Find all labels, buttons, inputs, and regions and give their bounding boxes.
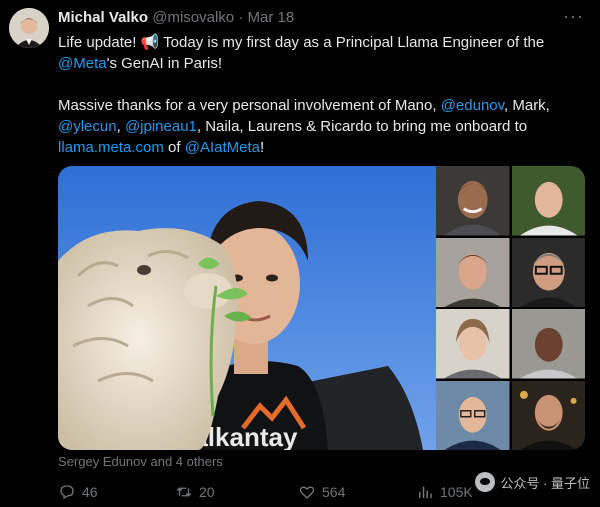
face-photo-6 (511, 309, 586, 379)
selfie-photo: Salkantay (58, 166, 436, 450)
mention-edunov[interactable]: @edunov (441, 97, 504, 114)
megaphone-emoji-icon: 📢 (140, 34, 160, 51)
retweet-count: 20 (199, 484, 215, 500)
tweet-paragraph-2: Massive thanks for a very personal invol… (58, 97, 550, 156)
face-photo-5 (436, 309, 510, 379)
separator-dot: · (238, 9, 244, 26)
retweet-icon (176, 487, 192, 497)
author-name[interactable]: Michal Valko (58, 9, 148, 26)
link-llama-meta[interactable]: llama.meta.com (58, 139, 164, 156)
avatar-image (9, 8, 49, 48)
bar-chart-icon (419, 486, 432, 498)
tweet-text: Life update! 📢 Today is my first day as … (58, 32, 588, 158)
tweet[interactable]: Michal Valko @misovalko · Mar 18 ··· Lif… (0, 0, 600, 507)
author-avatar[interactable] (9, 8, 49, 48)
view-count: 105K (440, 484, 473, 500)
face-photo-4 (511, 237, 586, 307)
mention-aiatmeta[interactable]: @AIatMeta (185, 139, 260, 156)
heart-icon (299, 486, 315, 499)
tweet-date[interactable]: Mar 18 (247, 9, 294, 26)
more-options-icon[interactable]: ··· (563, 6, 584, 27)
face-photo-7 (436, 380, 510, 450)
watermark: 公众号 · 量子位 (475, 472, 590, 492)
like-button[interactable]: 564 (298, 483, 345, 501)
mention-ylecun[interactable]: @ylecun (58, 118, 117, 135)
face-photo-8 (511, 380, 586, 450)
face-photo-3 (436, 237, 510, 307)
wechat-logo-icon (475, 472, 496, 492)
watermark-text: 公众号 · 量子位 (500, 475, 590, 491)
author-handle[interactable]: @misovalko (152, 9, 234, 26)
tweet-header: Michal Valko @misovalko · Mar 18 (58, 9, 294, 26)
mention-meta[interactable]: @Meta (58, 55, 107, 72)
views-button[interactable]: 105K (416, 483, 473, 501)
tweet-media[interactable]: Salkantay (58, 166, 585, 450)
retweet-button[interactable]: 20 (175, 483, 215, 501)
like-count: 564 (322, 484, 346, 500)
reply-icon (60, 485, 74, 500)
tagged-people[interactable]: Sergey Edunov and 4 others (58, 454, 223, 469)
face-collage (436, 166, 585, 450)
tweet-paragraph-1: Life update! 📢 Today is my first day as … (58, 34, 545, 72)
face-photo-1 (436, 166, 510, 236)
reply-button[interactable]: 46 (58, 483, 98, 501)
mention-jpineau1[interactable]: @jpineau1 (125, 118, 197, 135)
face-photo-2 (511, 166, 586, 236)
reply-count: 46 (82, 484, 98, 500)
